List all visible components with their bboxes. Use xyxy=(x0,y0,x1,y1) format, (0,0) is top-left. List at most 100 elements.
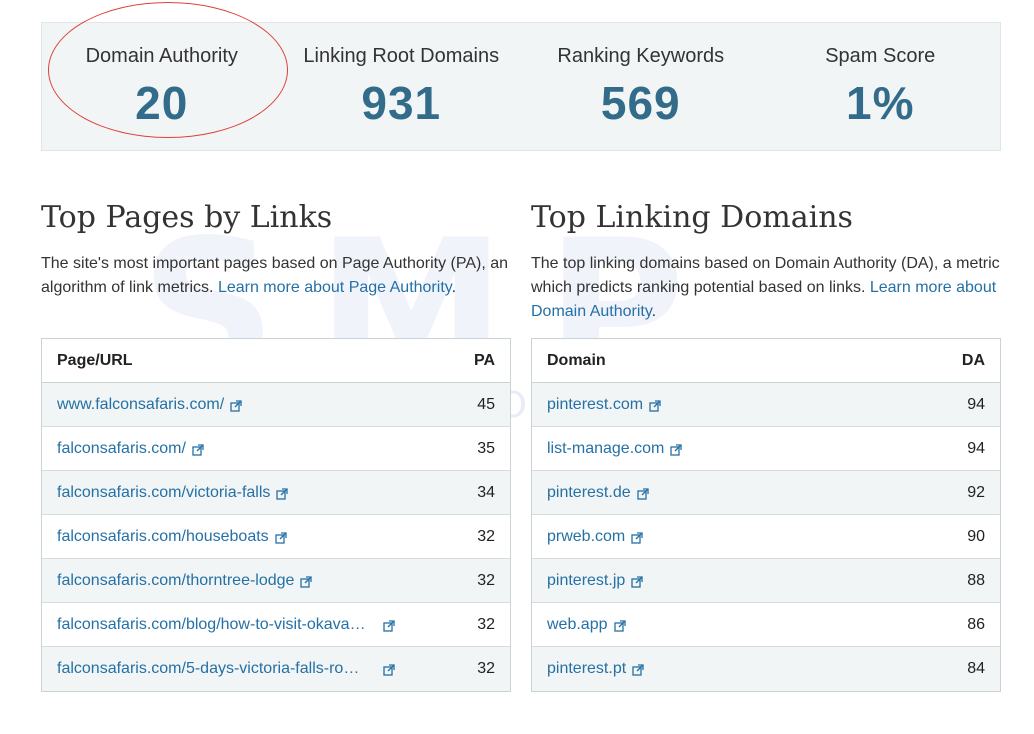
external-link-icon[interactable] xyxy=(192,443,204,456)
row-link[interactable]: web.app xyxy=(547,616,626,634)
row-link[interactable]: falconsafaris.com/blog/how-to-visit-okav… xyxy=(57,616,455,634)
row-link[interactable]: pinterest.de xyxy=(547,484,649,502)
table-row: pinterest.jp 88 xyxy=(532,559,1000,603)
row-link-cell: falconsafaris.com/victoria-falls xyxy=(57,484,455,502)
external-link-icon[interactable] xyxy=(275,531,287,544)
row-link[interactable]: falconsafaris.com/victoria-falls xyxy=(57,483,289,502)
top-pages-table: Page/URL PA www.falconsafaris.com/45 falc… xyxy=(41,338,511,692)
external-link-icon[interactable] xyxy=(383,619,395,632)
external-link-icon[interactable] xyxy=(670,443,683,456)
row-link-text: falconsafaris.com/blog/how-to-visit-okav… xyxy=(57,615,371,633)
external-link-icon[interactable] xyxy=(300,575,313,588)
table-row: falconsafaris.com/thorntree-lodge 32 xyxy=(42,559,510,603)
section-title: Top Pages by Links xyxy=(41,200,333,235)
row-link-text: falconsafaris.com/ xyxy=(57,439,186,457)
metric-value: 1% xyxy=(846,77,915,129)
table-row: www.falconsafaris.com/45 xyxy=(42,383,510,427)
top-domains-section: Top Linking Domains The top linking doma… xyxy=(531,200,1001,324)
external-link-icon[interactable] xyxy=(649,399,661,412)
row-score: 34 xyxy=(477,483,495,501)
row-link[interactable]: falconsafaris.com/houseboats xyxy=(57,528,287,546)
table-row: prweb.com 90 xyxy=(532,515,1000,559)
row-link[interactable]: falconsafaris.com/thorntree-lodge xyxy=(57,572,313,590)
learn-more-page-authority-link[interactable]: Learn more about Page Authority xyxy=(218,279,452,296)
row-score: 86 xyxy=(967,615,985,633)
metric-label: Ranking Keywords xyxy=(557,45,725,67)
external-link-icon[interactable] xyxy=(383,663,395,676)
external-link-icon[interactable] xyxy=(631,531,643,544)
row-link-text: prweb.com xyxy=(547,527,626,545)
row-link[interactable]: pinterest.pt xyxy=(547,660,644,678)
description-end: . xyxy=(451,279,457,296)
section-title: Top Linking Domains xyxy=(531,200,853,235)
row-link-text: pinterest.jp xyxy=(547,571,626,589)
row-score: 84 xyxy=(967,660,985,677)
row-link-cell: pinterest.de xyxy=(547,484,945,502)
row-score: 88 xyxy=(967,571,985,589)
row-link-cell: prweb.com xyxy=(547,528,945,546)
row-score: 32 xyxy=(477,615,495,633)
row-link-text: www.falconsafaris.com/ xyxy=(57,395,225,413)
row-link[interactable]: list-manage.com xyxy=(547,439,683,458)
row-link-cell: www.falconsafaris.com/ xyxy=(57,396,455,414)
row-link-cell: falconsafaris.com/thorntree-lodge xyxy=(57,572,455,590)
section-description: The top linking domains based on Domain … xyxy=(531,252,1001,324)
row-link-cell: web.app xyxy=(547,616,945,634)
row-link-cell: falconsafaris.com/ xyxy=(57,440,455,458)
external-link-icon[interactable] xyxy=(631,575,643,588)
external-link-icon[interactable] xyxy=(632,663,644,676)
row-link[interactable]: falconsafaris.com/5-days-victoria-falls-… xyxy=(57,660,455,678)
row-link-text: falconsafaris.com/houseboats xyxy=(57,527,269,545)
row-score: 35 xyxy=(477,439,495,457)
table-row: pinterest.com 94 xyxy=(532,383,1000,427)
top-pages-section: Top Pages by Links The site's most impor… xyxy=(41,200,511,300)
row-link-cell: falconsafaris.com/5-days-victoria-falls-… xyxy=(57,660,455,678)
metric-linking-root-domains: Linking Root Domains 931 xyxy=(282,23,522,150)
row-link-text: list-manage.com xyxy=(547,439,665,457)
row-link[interactable]: www.falconsafaris.com/ xyxy=(57,396,242,414)
row-score: 32 xyxy=(477,660,495,677)
metric-value: 931 xyxy=(361,77,442,129)
row-link[interactable]: prweb.com xyxy=(547,528,643,546)
external-link-icon[interactable] xyxy=(276,487,289,500)
column-header-pa[interactable]: PA xyxy=(455,352,495,370)
row-link[interactable]: pinterest.com xyxy=(547,396,661,414)
external-link-icon[interactable] xyxy=(613,619,626,632)
row-link-text: web.app xyxy=(547,615,608,633)
row-link-text: pinterest.com xyxy=(547,395,644,413)
row-link[interactable]: pinterest.jp xyxy=(547,572,643,590)
metric-label: Linking Root Domains xyxy=(303,45,500,67)
row-link-text: falconsafaris.com/victoria-falls xyxy=(57,483,271,501)
external-link-icon[interactable] xyxy=(230,399,242,412)
metric-value: 569 xyxy=(600,77,681,129)
table-row: falconsafaris.com/35 xyxy=(42,427,510,471)
table-row: web.app 86 xyxy=(532,603,1000,647)
row-link-cell: list-manage.com xyxy=(547,440,945,458)
column-header-page-url[interactable]: Page/URL xyxy=(57,352,455,370)
column-header-domain[interactable]: Domain xyxy=(547,352,945,370)
section-description: The site's most important pages based on… xyxy=(41,252,511,300)
row-link-text: falconsafaris.com/5-days-victoria-falls-… xyxy=(57,660,371,677)
row-link-text: pinterest.pt xyxy=(547,660,627,677)
metric-value: 20 xyxy=(135,77,189,129)
column-header-da[interactable]: DA xyxy=(945,352,985,370)
external-link-icon[interactable] xyxy=(636,487,649,500)
table-header: Domain DA xyxy=(532,339,1000,383)
metric-spam-score: Spam Score 1% xyxy=(761,23,1001,150)
row-link[interactable]: falconsafaris.com/ xyxy=(57,440,204,458)
top-domains-table: Domain DA pinterest.com 94 list-manage.com… xyxy=(531,338,1001,692)
row-score: 94 xyxy=(967,439,985,457)
row-link-cell: pinterest.pt xyxy=(547,660,945,678)
row-link-cell: pinterest.jp xyxy=(547,572,945,590)
table-row: list-manage.com 94 xyxy=(532,427,1000,471)
row-score: 32 xyxy=(477,527,495,545)
row-score: 45 xyxy=(477,395,495,413)
table-row: falconsafaris.com/5-days-victoria-falls-… xyxy=(42,647,510,691)
row-link-cell: falconsafaris.com/blog/how-to-visit-okav… xyxy=(57,616,455,634)
metric-label: Domain Authority xyxy=(85,45,238,67)
table-row: falconsafaris.com/houseboats 32 xyxy=(42,515,510,559)
row-score: 92 xyxy=(967,483,985,501)
description-end: . xyxy=(651,303,657,320)
metric-ranking-keywords: Ranking Keywords 569 xyxy=(521,23,761,150)
metric-domain-authority: Domain Authority 20 xyxy=(42,23,282,150)
